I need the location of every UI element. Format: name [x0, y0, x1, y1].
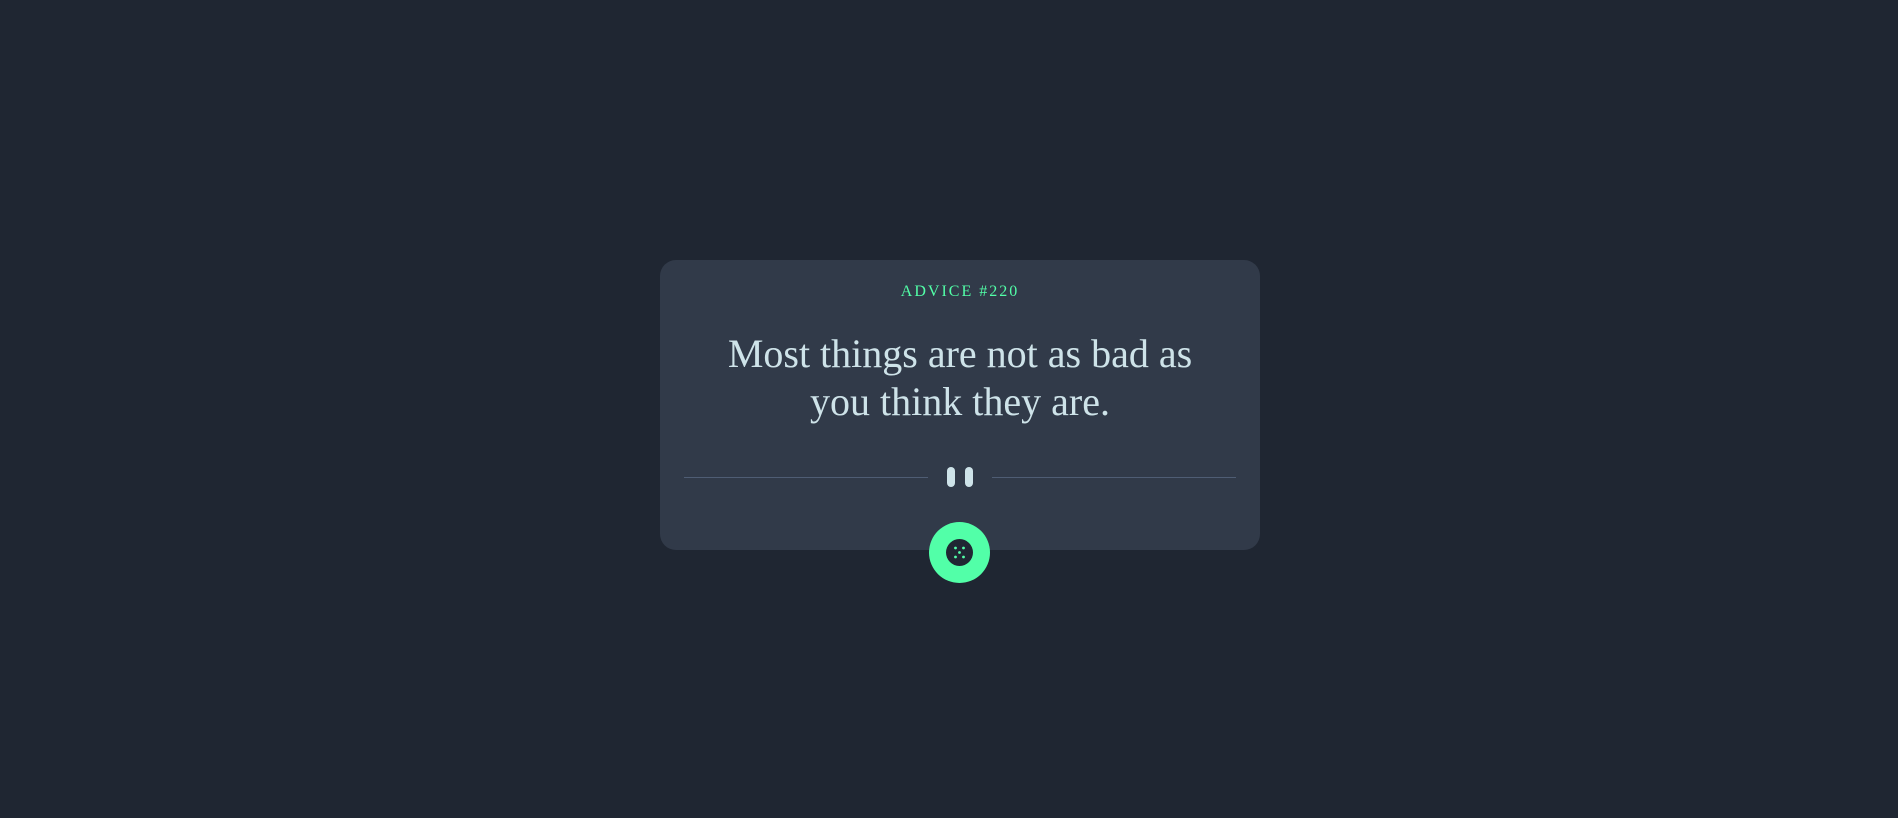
advice-card: ADVICE #220 Most things are not as bad a…: [660, 260, 1260, 550]
new-advice-button[interactable]: [929, 522, 990, 583]
dice-icon: [946, 539, 973, 566]
pattern-divider: [684, 465, 1236, 489]
advice-number: ADVICE #220: [900, 283, 1020, 300]
divider-line-right: [992, 477, 1236, 478]
pause-icon: [947, 467, 973, 487]
advice-quote: Most things are not as bad as you think …: [727, 331, 1193, 424]
divider-line-left: [684, 477, 928, 478]
